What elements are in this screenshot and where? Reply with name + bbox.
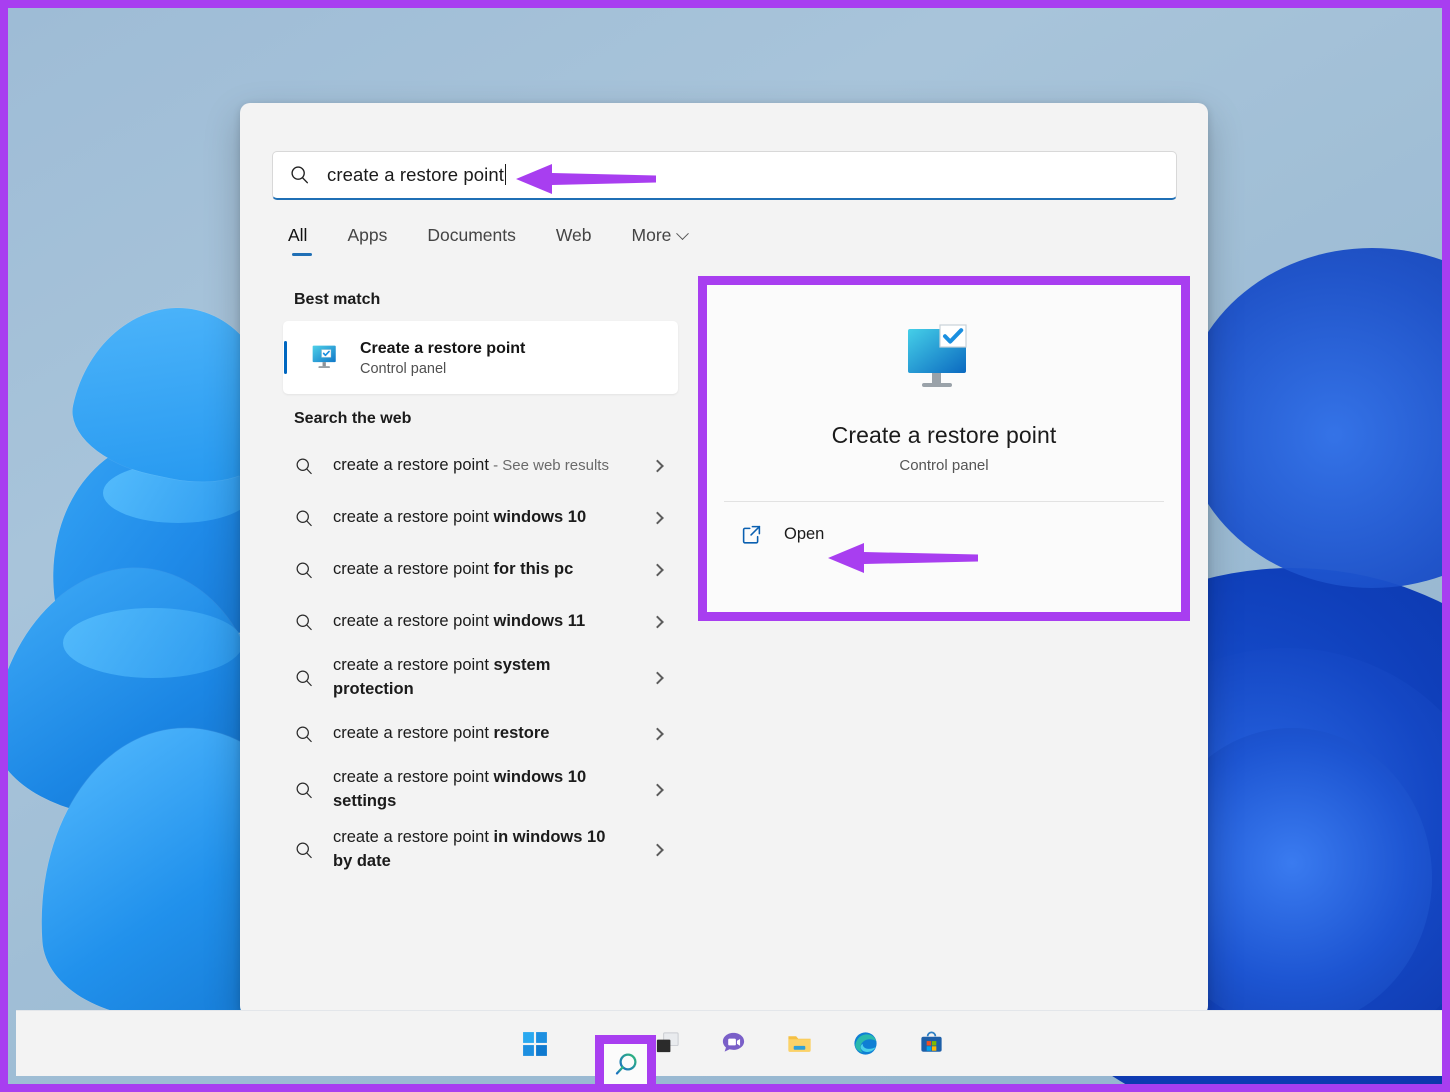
tab-label: Documents [427,225,516,245]
monitor-check-icon [312,345,336,368]
windows-logo-icon [523,1031,547,1056]
chevron-down-icon [676,227,690,241]
detail-panel-highlight: Create a restore point Control panel Ope… [698,276,1190,621]
suggestion-base: create a restore point [333,560,494,579]
taskbar [16,1010,1442,1076]
web-suggestion-row[interactable]: create a restore point restore [240,708,678,760]
monitor-check-icon [908,324,967,387]
web-suggestion-label: create a restore point windows 11 [333,610,585,634]
best-match-result[interactable]: Create a restore point Control panel [283,321,678,394]
web-suggestion-label: create a restore point in windows 10 by … [333,826,613,874]
search-icon [296,670,312,687]
external-link-icon [742,525,761,544]
chevron-right-icon [651,615,664,629]
chevron-right-icon [651,511,664,525]
suggestion-bold: windows 10 [493,508,587,527]
search-web-heading: Search the web [294,410,412,427]
taskbar-item-microsoft-store[interactable] [907,1020,955,1068]
open-button[interactable]: Open [707,524,1181,545]
search-query-value: create a restore point [327,164,505,185]
tab-label: All [288,225,308,245]
tab-apps[interactable]: Apps [327,221,407,258]
search-input-text: create a restore point [327,164,507,186]
tab-label: Apps [347,225,388,245]
task-view-icon [656,1032,679,1053]
web-suggestion-label: create a restore point - See web results [333,454,609,478]
search-icon [615,1052,637,1075]
web-suggestion-row[interactable]: create a restore point windows 11 [240,596,678,648]
web-suggestion-row[interactable]: create a restore point windows 10 [240,492,678,544]
taskbar-item-chat[interactable] [709,1020,757,1068]
desktop-wallpaper: create a restore point All Apps Document… [8,8,1442,1084]
folder-icon [787,1036,811,1052]
taskbar-item-file-explorer[interactable] [775,1020,823,1068]
chat-teams-icon [722,1032,744,1052]
suggestion-base: create a restore point [333,612,494,631]
tab-web[interactable]: Web [536,221,612,258]
suggestion-base: create a restore point [333,656,494,674]
chevron-right-icon [651,459,664,473]
web-suggestion-label: create a restore point windows 10 [333,506,586,530]
edge-icon [853,1032,877,1055]
open-label: Open [784,525,825,543]
store-icon [920,1031,942,1052]
tab-all[interactable]: All [276,221,327,258]
search-icon [296,842,312,858]
web-suggestion-label: create a restore point system protection [333,654,613,702]
suggestion-bold: for this pc [493,560,574,579]
search-input[interactable]: create a restore point [272,151,1177,200]
best-match-title: Create a restore point [360,339,526,357]
best-match-heading: Best match [294,291,381,308]
search-icon [296,726,312,742]
tab-label: Web [555,225,592,245]
taskbar-item-search[interactable] [595,1035,656,1084]
chevron-right-icon [651,563,664,577]
web-suggestion-label: create a restore point restore [333,722,549,746]
chevron-right-icon [651,671,664,685]
web-suggestion-label: create a restore point for this pc [333,558,573,582]
search-icon [296,782,312,798]
taskbar-item-start[interactable] [511,1020,559,1068]
search-icon [296,458,312,475]
web-suggestion-label: create a restore point windows 10 settin… [333,766,613,814]
tab-label: More [631,225,672,245]
search-input-wrapper[interactable]: create a restore point [272,151,1177,200]
taskbar-item-edge[interactable] [841,1020,889,1068]
chevron-right-icon [651,727,664,741]
web-suggestion-row[interactable]: create a restore point windows 10 settin… [240,760,678,820]
divider [724,501,1164,502]
web-suggestion-row[interactable]: create a restore point - See web results [240,440,678,492]
best-match-subtitle: Control panel [360,360,447,377]
search-icon [296,562,312,579]
suggestion-base: create a restore point [333,767,494,786]
web-suggestions-list: create a restore point - See web results… [240,440,690,880]
search-icon [296,510,312,527]
search-icon [291,166,309,184]
suggestion-base: create a restore point [333,508,494,527]
search-filter-tabs: All Apps Documents Web More [276,221,707,258]
tab-documents[interactable]: Documents [407,221,536,258]
suggestion-base: create a restore point [333,456,489,475]
detail-panel: Create a restore point Control panel Ope… [707,285,1181,612]
web-suggestion-row[interactable]: create a restore point for this pc [240,544,678,596]
chevron-right-icon [651,843,664,856]
detail-title: Create a restore point [831,422,1057,448]
suggestion-base: create a restore point [333,827,494,846]
suggestion-bold: restore [493,723,550,742]
web-suggestion-row[interactable]: create a restore point system protection [240,648,678,708]
wallpaper-shape [1182,248,1442,588]
suggestion-base: create a restore point [333,723,494,742]
wallpaper-shape [63,608,243,678]
text-caret [505,164,507,185]
detail-subtitle: Control panel [899,457,989,474]
web-suggestion-row[interactable]: create a restore point in windows 10 by … [240,820,678,880]
suggestion-bold: windows 11 [493,612,586,631]
chevron-right-icon [651,783,664,797]
tab-more[interactable]: More [612,221,708,258]
search-icon [296,614,312,631]
best-match-text: Create a restore point Control panel [360,339,525,377]
results-column: Best match Create a restore point Contro… [240,273,690,880]
suggestion-muted: - See web results [488,457,609,475]
